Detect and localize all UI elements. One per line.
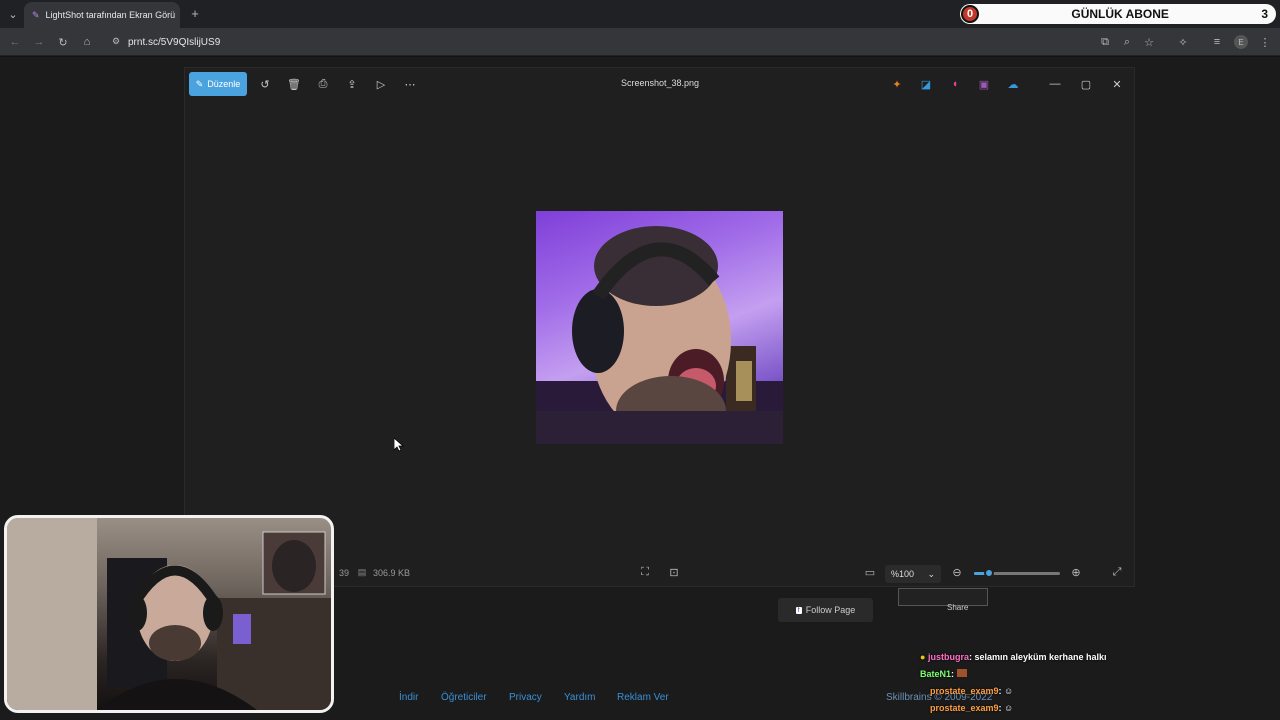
window-maximize-icon[interactable]: ▢: [1078, 76, 1094, 92]
visual-search-icon[interactable]: ⊡: [667, 565, 681, 579]
tab-title: LightShot tarafından Ekran Görü: [45, 10, 176, 20]
chat-username: prostate_exam9: [930, 703, 999, 713]
reload-icon[interactable]: ↻: [56, 35, 70, 49]
edit-button[interactable]: ✎ Düzenle: [189, 72, 247, 96]
chat-text: selamın aleyküm kerhane halkı: [974, 652, 1107, 662]
window-close-icon[interactable]: ✕: [1109, 76, 1125, 92]
browser-toolbar: ← → ↻ ⌂ ⚙ prnt.sc/5V9QIslijUS9 ⧉ ⌕ ☆ ✧ ≡…: [0, 28, 1280, 56]
menu-icon[interactable]: ⋮: [1258, 35, 1272, 49]
viewer-toolbar: ✎ Düzenle ↺ 🗑 ⎙ ⇪ ▷ ⋯ Screenshot_38.png …: [185, 68, 1136, 100]
new-tab-icon[interactable]: +: [188, 6, 202, 21]
media-icon[interactable]: ≡: [1210, 35, 1224, 49]
chat-username: justbugra: [927, 652, 969, 662]
page-thumbnail: [898, 588, 988, 606]
share-link[interactable]: Share: [947, 603, 968, 612]
goal-label: GÜNLÜK ABONE: [1071, 7, 1169, 21]
emote-icon: ☺: [1004, 686, 1014, 696]
chevron-down-icon: ⌄: [927, 568, 935, 579]
footer-link-help[interactable]: Yardım: [564, 692, 596, 703]
forward-icon[interactable]: →: [32, 35, 46, 49]
zoom-icon[interactable]: ⌕: [1120, 35, 1134, 49]
rotate-icon[interactable]: ↺: [257, 76, 273, 92]
mouse-cursor-icon: [394, 438, 404, 452]
actual-size-icon[interactable]: ⛶: [638, 565, 652, 579]
onedrive-icon[interactable]: ☁: [1005, 76, 1021, 92]
file-size: 306.9 KB: [373, 568, 411, 578]
delete-icon[interactable]: 🗑: [286, 76, 302, 92]
zoom-level-value: %100: [891, 569, 915, 579]
designer-icon[interactable]: ◪: [918, 76, 934, 92]
site-info-icon[interactable]: ⚙: [110, 35, 122, 47]
chat-message: BateN1:: [920, 669, 967, 679]
bookmark-star-icon[interactable]: ☆: [1142, 35, 1156, 49]
webcam-overlay: [4, 515, 334, 713]
displayed-photo: [536, 211, 783, 444]
footer-link-privacy[interactable]: Privacy: [509, 692, 542, 703]
share-icon[interactable]: ⇪: [344, 76, 360, 92]
edit-label: Düzenle: [207, 79, 241, 89]
zoom-in-icon[interactable]: ⊕: [1069, 565, 1083, 579]
home-icon[interactable]: ⌂: [80, 35, 94, 49]
address-bar[interactable]: ⚙ prnt.sc/5V9QIslijUS9: [104, 32, 1254, 52]
tab-list-icon[interactable]: ⌄: [6, 7, 20, 21]
webcam-illustration: [7, 518, 331, 710]
follow-label: Follow Page: [805, 605, 856, 615]
zoom-slider-knob[interactable]: [984, 568, 995, 578]
daily-subscriber-goal: 0 GÜNLÜK ABONE 3: [960, 4, 1276, 24]
image-dimensions-partial: 39: [339, 568, 350, 578]
copilot-icon[interactable]: ✦: [889, 76, 905, 92]
window-minimize-icon[interactable]: —: [1047, 76, 1063, 92]
chat-message: prostate_exam9: ☺: [930, 703, 1014, 713]
feather-icon: ✎: [32, 9, 40, 20]
print-icon[interactable]: ⎙: [315, 76, 331, 92]
file-title: Screenshot_38.png: [620, 78, 700, 88]
goal-target: 3: [1261, 7, 1268, 21]
file-size-icon: ▤: [357, 566, 367, 577]
fit-window-icon[interactable]: ▭: [863, 565, 877, 579]
photo-illustration: [536, 226, 783, 444]
chat-username: BateN1: [920, 669, 952, 679]
emote-icon: ☺: [1004, 703, 1014, 713]
facebook-icon: f: [795, 606, 802, 614]
emote-icon: [956, 669, 967, 677]
follow-page-button[interactable]: f Follow Page: [778, 598, 873, 622]
chat-username: prostate_exam9: [930, 686, 999, 696]
back-icon[interactable]: ←: [8, 35, 22, 49]
edit-icon: ✎: [195, 78, 204, 89]
browser-tab[interactable]: ✎ LightShot tarafından Ekran Görü ✕: [24, 2, 180, 28]
more-options-icon[interactable]: ⋯: [402, 76, 418, 92]
chat-message: prostate_exam9: ☺: [930, 686, 1014, 696]
zoom-out-icon[interactable]: ⊖: [950, 565, 964, 579]
footer-link-download[interactable]: İndir: [399, 692, 418, 703]
clipchamp-icon[interactable]: ◖: [947, 76, 963, 92]
footer-link-advertise[interactable]: Reklam Ver: [617, 692, 669, 703]
url-text: prnt.sc/5V9QIslijUS9: [128, 36, 221, 48]
badge-icon: ●: [920, 652, 926, 662]
slideshow-icon[interactable]: ▷: [373, 76, 389, 92]
video-editor-icon[interactable]: ▣: [976, 76, 992, 92]
fullscreen-icon[interactable]: ⤢: [1110, 565, 1124, 579]
install-app-icon[interactable]: ⧉: [1098, 35, 1112, 49]
chat-message: ● justbugra: selamın aleyküm kerhane hal…: [920, 652, 1107, 662]
extensions-icon[interactable]: ✧: [1176, 35, 1190, 49]
zoom-slider[interactable]: [974, 568, 1060, 578]
profile-avatar[interactable]: E: [1234, 35, 1248, 49]
footer-link-tutorials[interactable]: Öğreticiler: [441, 692, 487, 703]
zoom-level-dropdown[interactable]: %100 ⌄: [885, 565, 941, 583]
goal-current: 0: [961, 5, 979, 23]
photo-viewer-window: ✎ Düzenle ↺ 🗑 ⎙ ⇪ ▷ ⋯ Screenshot_38.png …: [184, 67, 1135, 587]
